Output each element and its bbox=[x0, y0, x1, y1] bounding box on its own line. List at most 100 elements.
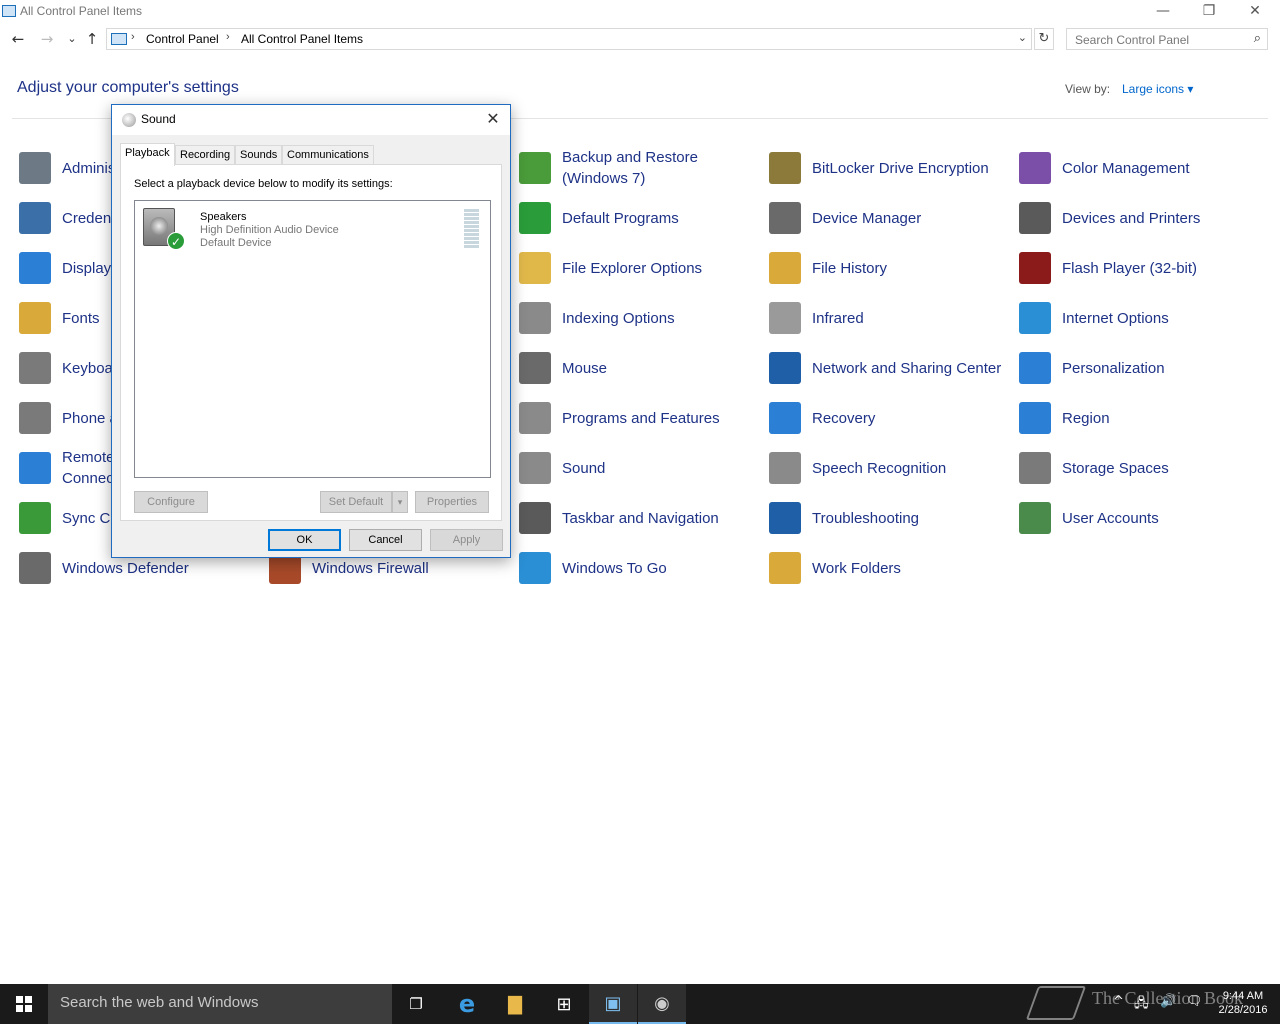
cancel-button[interactable]: Cancel bbox=[349, 529, 422, 551]
breadcrumb-separator[interactable]: › bbox=[131, 31, 135, 43]
remoteapp-icon bbox=[19, 452, 51, 484]
forward-arrow-icon[interactable]: → bbox=[37, 28, 57, 50]
control-panel-item-label: Programs and Features bbox=[562, 410, 720, 427]
personalization-icon bbox=[1019, 352, 1051, 384]
view-by-label: View by: bbox=[1065, 82, 1111, 96]
notifications-icon[interactable]: 🗨 bbox=[1186, 994, 1203, 1009]
close-button[interactable]: ✕ bbox=[1232, 0, 1278, 24]
view-by-dropdown[interactable]: Large icons ▾ bbox=[1122, 82, 1193, 96]
control-panel-item[interactable]: BitLocker Drive Encryption bbox=[769, 146, 1019, 190]
breadcrumb-all-items[interactable]: All Control Panel Items bbox=[241, 32, 363, 46]
control-panel-item[interactable]: Personalization bbox=[1019, 346, 1269, 390]
sound-icon bbox=[519, 452, 551, 484]
sound-taskbar-icon[interactable]: ◉ bbox=[638, 984, 686, 1024]
bitlocker-icon bbox=[769, 152, 801, 184]
ok-button[interactable]: OK bbox=[268, 529, 341, 551]
network-icon[interactable]: 🖧 bbox=[1134, 994, 1149, 1016]
set-default-dropdown-icon[interactable]: ▾ bbox=[392, 491, 408, 513]
control-panel-item-label: Default Programs bbox=[562, 210, 679, 227]
device-list[interactable]: ✓ Speakers High Definition Audio Device … bbox=[134, 200, 491, 478]
minimize-button[interactable]: — bbox=[1140, 0, 1186, 24]
control-panel-item-label: File Explorer Options bbox=[562, 260, 703, 277]
search-placeholder: Search Control Panel bbox=[1075, 33, 1190, 47]
task-view-icon[interactable]: ❐ bbox=[392, 984, 440, 1024]
control-panel-item-label: File History bbox=[812, 260, 888, 277]
control-panel-item[interactable]: Backup and Restore (Windows 7) bbox=[519, 146, 769, 190]
breadcrumb-control-panel[interactable]: Control Panel bbox=[146, 32, 219, 46]
back-arrow-icon[interactable]: ← bbox=[8, 28, 28, 50]
network-icon bbox=[769, 352, 801, 384]
control-panel-item-label: Storage Spaces bbox=[1062, 460, 1169, 477]
phone-modem-icon bbox=[19, 402, 51, 434]
troubleshooting-icon bbox=[769, 502, 801, 534]
set-default-button[interactable]: Set Default bbox=[320, 491, 392, 513]
taskbar-search[interactable]: Search the web and Windows bbox=[48, 984, 392, 1024]
address-bar[interactable]: › Control Panel › All Control Panel Item… bbox=[106, 28, 1032, 50]
dialog-titlebar: Sound ✕ bbox=[112, 105, 510, 135]
tab-sounds[interactable]: Sounds bbox=[235, 145, 283, 165]
tray-overflow-icon[interactable]: ^ bbox=[1113, 994, 1124, 1009]
control-panel-item[interactable]: Color Management bbox=[1019, 146, 1269, 190]
control-panel-item-label: Sound bbox=[562, 460, 606, 477]
control-panel-item[interactable]: Recovery bbox=[769, 396, 1019, 440]
control-panel-item[interactable]: Devices and Printers bbox=[1019, 196, 1269, 240]
flash-icon bbox=[1019, 252, 1051, 284]
control-panel-item[interactable]: Mouse bbox=[519, 346, 769, 390]
tab-playback[interactable]: Playback bbox=[120, 143, 175, 166]
control-panel-item[interactable]: File Explorer Options bbox=[519, 246, 769, 290]
dialog-close-icon[interactable]: ✕ bbox=[482, 108, 504, 130]
backup-icon bbox=[519, 152, 551, 184]
control-panel-item-label: Work Folders bbox=[812, 560, 901, 577]
taskbar: Search the web and Windows ❐ e ▇ ⊞ ▣ ◉ T… bbox=[0, 984, 1280, 1024]
control-panel-item-label: Network and Sharing Center bbox=[812, 360, 1002, 377]
control-panel-item[interactable]: Storage Spaces bbox=[1019, 446, 1269, 490]
microphone-icon bbox=[769, 452, 801, 484]
search-input[interactable]: Search Control Panel ⌕ bbox=[1066, 28, 1268, 50]
control-panel-item[interactable]: Network and Sharing Center bbox=[769, 346, 1019, 390]
start-button[interactable] bbox=[0, 984, 48, 1024]
control-panel-item[interactable]: Flash Player (32-bit) bbox=[1019, 246, 1269, 290]
search-icon[interactable]: ⌕ bbox=[1254, 31, 1261, 46]
control-panel-item[interactable]: Device Manager bbox=[769, 196, 1019, 240]
control-panel-item[interactable]: Speech Recognition bbox=[769, 446, 1019, 490]
volume-icon[interactable]: 🔊 bbox=[1160, 994, 1176, 1009]
properties-button[interactable]: Properties bbox=[415, 491, 489, 513]
region-icon bbox=[1019, 402, 1051, 434]
control-panel-item[interactable]: Work Folders bbox=[769, 546, 1019, 590]
control-panel-item[interactable]: Windows To Go bbox=[519, 546, 769, 590]
refresh-icon[interactable]: ↻ bbox=[1034, 28, 1054, 50]
tab-communications[interactable]: Communications bbox=[282, 145, 374, 165]
control-panel-item[interactable]: Region bbox=[1019, 396, 1269, 440]
apply-button[interactable]: Apply bbox=[430, 529, 503, 551]
file-explorer-icon[interactable]: ▇ bbox=[491, 984, 539, 1024]
control-panel-icon bbox=[111, 33, 127, 45]
breadcrumb-separator[interactable]: › bbox=[226, 31, 230, 43]
control-panel-item-label: Mouse bbox=[562, 360, 608, 377]
control-panel-item[interactable]: User Accounts bbox=[1019, 496, 1269, 540]
control-panel-item[interactable]: Taskbar and Navigation bbox=[519, 496, 769, 540]
address-row: ← → ⌄ ↑ › Control Panel › All Control Pa… bbox=[0, 28, 1280, 52]
control-panel-item[interactable]: Infrared bbox=[769, 296, 1019, 340]
tab-recording[interactable]: Recording bbox=[175, 145, 236, 165]
edge-icon[interactable]: e bbox=[443, 984, 491, 1024]
credential-icon bbox=[19, 202, 51, 234]
restore-button[interactable]: ❐ bbox=[1186, 0, 1232, 24]
control-panel-taskbar-icon[interactable]: ▣ bbox=[589, 984, 637, 1024]
control-panel-item[interactable]: Indexing Options bbox=[519, 296, 769, 340]
control-panel-item[interactable]: Programs and Features bbox=[519, 396, 769, 440]
configure-button[interactable]: Configure bbox=[134, 491, 208, 513]
control-panel-item[interactable]: File History bbox=[769, 246, 1019, 290]
control-panel-item[interactable]: Default Programs bbox=[519, 196, 769, 240]
fonts-icon bbox=[19, 302, 51, 334]
up-arrow-icon[interactable]: ↑ bbox=[82, 28, 102, 50]
control-panel-item[interactable]: Sound bbox=[519, 446, 769, 490]
recent-locations-icon[interactable]: ⌄ bbox=[62, 28, 82, 50]
clock[interactable]: 9:44 AM 2/28/2016 bbox=[1210, 989, 1276, 1017]
control-panel-item[interactable]: Internet Options bbox=[1019, 296, 1269, 340]
store-icon[interactable]: ⊞ bbox=[540, 984, 588, 1024]
control-panel-item[interactable]: Troubleshooting bbox=[769, 496, 1019, 540]
mouse-icon bbox=[519, 352, 551, 384]
dialog-title: Sound bbox=[141, 112, 176, 126]
chevron-down-icon[interactable]: ⌄ bbox=[1018, 31, 1027, 44]
devices-printers-icon bbox=[1019, 202, 1051, 234]
